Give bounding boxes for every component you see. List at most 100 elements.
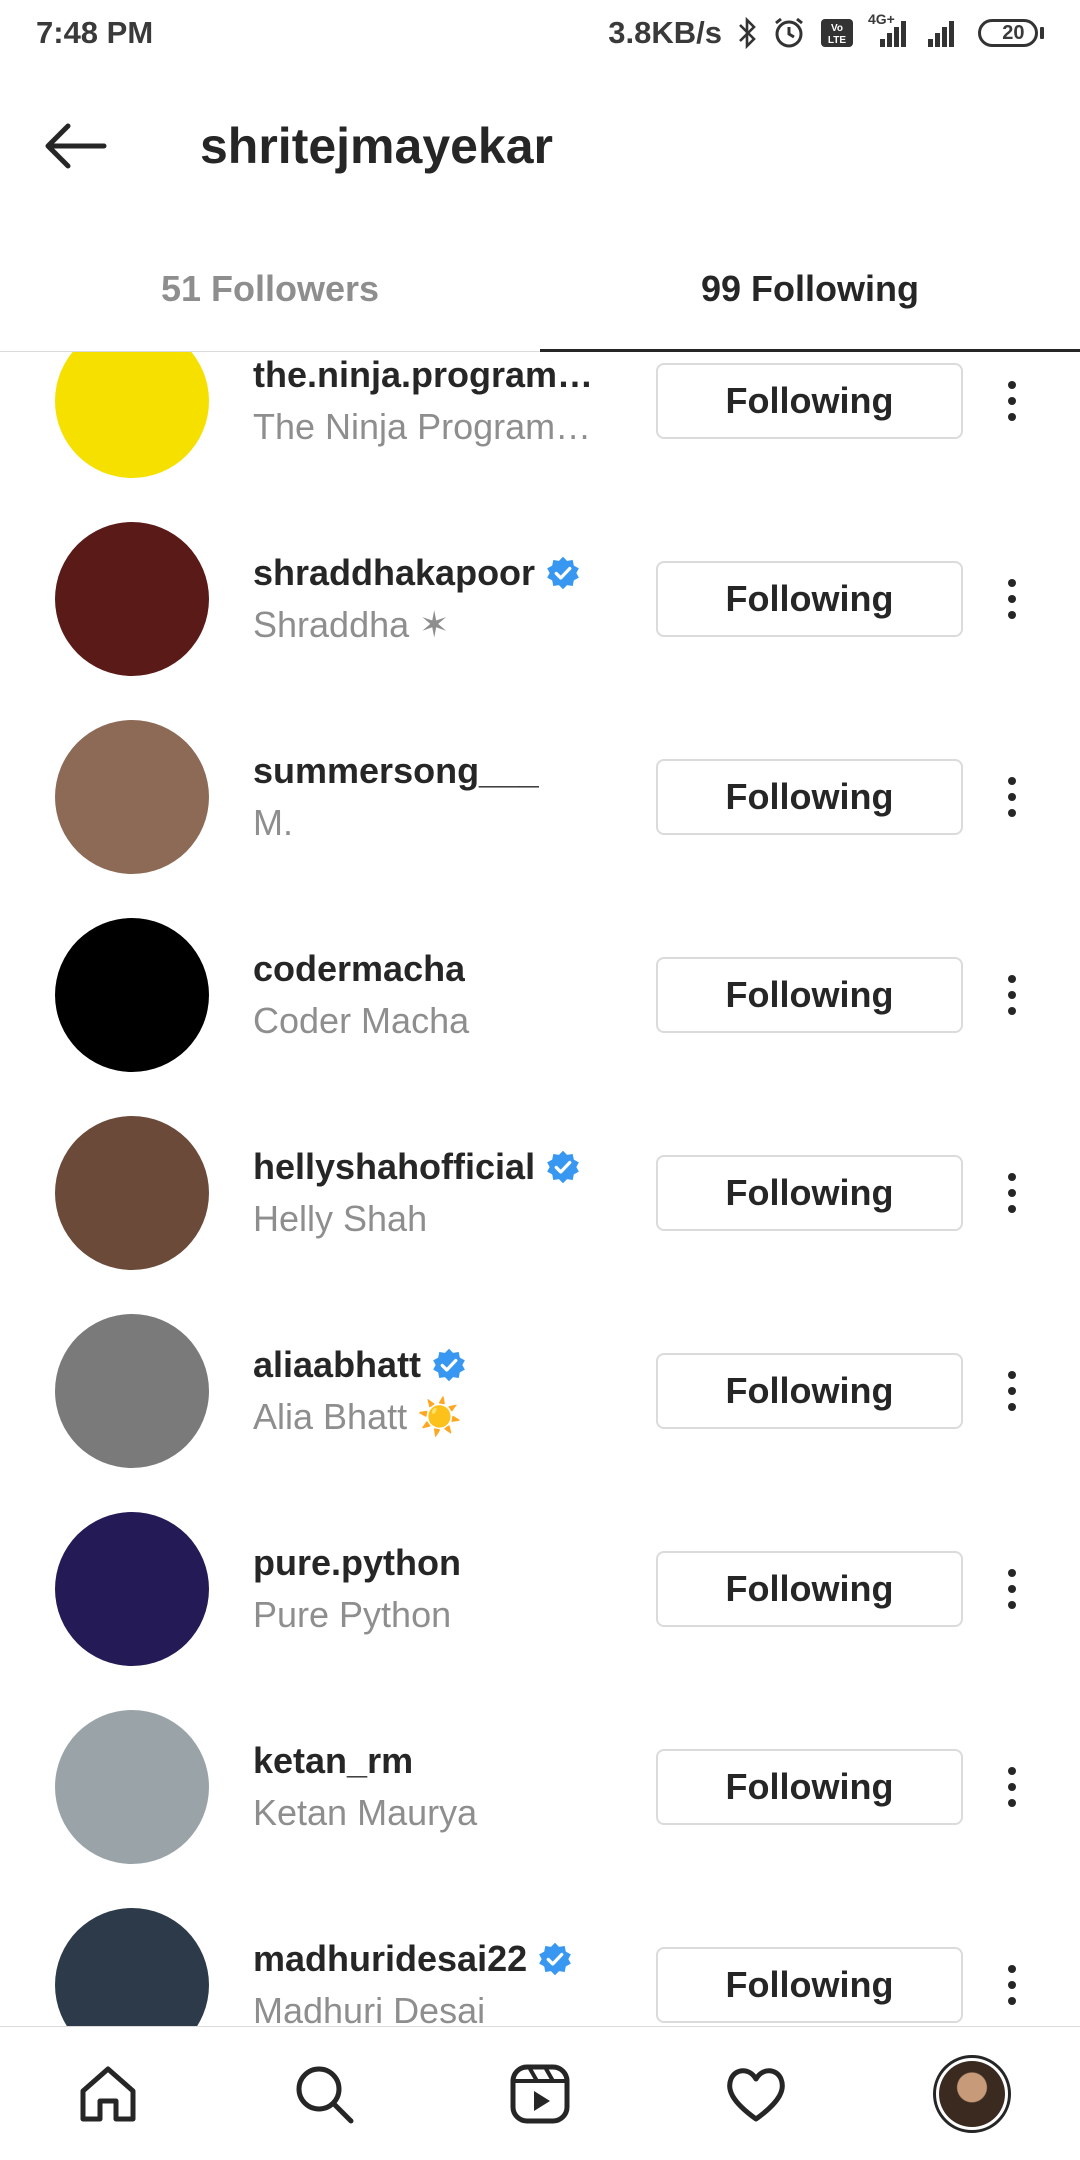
user-info[interactable]: shraddhakapoor Shraddha ✶: [253, 552, 613, 646]
username-line: ketan_rm: [253, 1740, 613, 1782]
reels-icon: [510, 2064, 570, 2123]
avatar[interactable]: [55, 1314, 209, 1468]
back-button[interactable]: [0, 86, 150, 206]
volte-icon: Vo LTE: [820, 18, 854, 48]
list-item[interactable]: summersong___ M. Following: [0, 698, 1080, 896]
full-name: Helly Shah: [253, 1198, 428, 1239]
list-item[interactable]: aliaabhatt Alia Bhatt ☀️ Following: [0, 1292, 1080, 1490]
username: hellyshahofficial: [253, 1146, 536, 1187]
heart-icon: [727, 2067, 785, 2121]
nav-home[interactable]: [48, 2039, 168, 2149]
more-options-icon[interactable]: [990, 1749, 1034, 1825]
username: madhuridesai22: [253, 1938, 528, 1979]
avatar[interactable]: [55, 720, 209, 874]
nav-search[interactable]: [264, 2039, 384, 2149]
profile-avatar: [933, 2054, 1011, 2133]
list-item[interactable]: the.ninja.programmer The Ninja Programmer…: [0, 352, 1080, 500]
signal-icon: [924, 17, 964, 49]
avatar[interactable]: [55, 352, 209, 478]
avatar[interactable]: [55, 1710, 209, 1864]
more-options-icon[interactable]: [990, 759, 1034, 835]
username: ketan_rm: [253, 1740, 414, 1781]
nav-reels[interactable]: [480, 2039, 600, 2149]
username: codermacha: [253, 948, 466, 989]
alarm-icon: [772, 16, 806, 50]
avatar[interactable]: [55, 522, 209, 676]
following-button[interactable]: Following: [656, 1353, 963, 1429]
net-speed: 3.8KB/s: [608, 15, 722, 50]
more-options-icon[interactable]: [990, 363, 1034, 439]
bluetooth-icon: [736, 17, 758, 49]
list-item[interactable]: hellyshahofficial Helly Shah Following: [0, 1094, 1080, 1292]
user-info[interactable]: hellyshahofficial Helly Shah: [253, 1146, 613, 1240]
user-info[interactable]: summersong___ M.: [253, 750, 613, 844]
user-info[interactable]: the.ninja.programmer The Ninja Programmer: [253, 354, 613, 448]
user-info[interactable]: madhuridesai22 Madhuri Desai: [253, 1938, 613, 2026]
username: pure.python: [253, 1542, 461, 1583]
signal-4g-icon: 4G+: [868, 11, 910, 49]
username-line: summersong___: [253, 750, 613, 792]
full-name: The Ninja Programmer: [253, 406, 613, 447]
following-button[interactable]: Following: [656, 1551, 963, 1627]
avatar[interactable]: [55, 1908, 209, 2026]
full-name: Alia Bhatt ☀️: [253, 1396, 462, 1437]
full-name: Pure Python: [253, 1594, 452, 1635]
more-options-icon[interactable]: [990, 957, 1034, 1033]
verified-badge-icon: [431, 1347, 467, 1383]
avatar[interactable]: [55, 1116, 209, 1270]
more-options-icon[interactable]: [990, 1551, 1034, 1627]
list-item[interactable]: pure.python Pure Python Following: [0, 1490, 1080, 1688]
list-item[interactable]: ketan_rm Ketan Maurya Following: [0, 1688, 1080, 1886]
username-line: madhuridesai22: [253, 1938, 613, 1980]
home-icon: [80, 2066, 136, 2121]
username: shraddhakapoor: [253, 552, 536, 593]
verified-badge-icon: [537, 1941, 573, 1977]
back-arrow-icon: [45, 123, 107, 169]
following-button[interactable]: Following: [656, 759, 963, 835]
following-list[interactable]: the.ninja.programmer The Ninja Programmer…: [0, 352, 1080, 2026]
status-bar: 7:48 PM 3.8KB/s Vo LTE 4G+ 20: [0, 0, 1080, 66]
list-item[interactable]: shraddhakapoor Shraddha ✶ Following: [0, 500, 1080, 698]
list-item[interactable]: codermacha Coder Macha Following: [0, 896, 1080, 1094]
tab-following[interactable]: 99 Following: [540, 226, 1080, 352]
battery-icon: 20: [978, 19, 1044, 47]
full-name: Ketan Maurya: [253, 1792, 478, 1833]
following-button[interactable]: Following: [656, 561, 963, 637]
username-line: aliaabhatt: [253, 1344, 613, 1386]
user-info[interactable]: ketan_rm Ketan Maurya: [253, 1740, 613, 1834]
username-line: hellyshahofficial: [253, 1146, 613, 1188]
full-name: M.: [253, 802, 293, 843]
svg-text:LTE: LTE: [828, 35, 846, 46]
status-icons: 3.8KB/s Vo LTE 4G+ 20: [608, 11, 1044, 51]
following-button[interactable]: Following: [656, 1749, 963, 1825]
username-line: shraddhakapoor: [253, 552, 613, 594]
full-name: Madhuri Desai: [253, 1990, 486, 2026]
avatar[interactable]: [55, 918, 209, 1072]
header: shritejmayekar: [0, 66, 1080, 226]
following-button[interactable]: Following: [656, 1155, 963, 1231]
search-icon: [296, 2066, 354, 2123]
following-button[interactable]: Following: [656, 1947, 963, 2023]
verified-badge-icon: [545, 1149, 581, 1185]
user-info[interactable]: pure.python Pure Python: [253, 1542, 613, 1636]
list-item[interactable]: madhuridesai22 Madhuri Desai Following: [0, 1886, 1080, 2026]
more-options-icon[interactable]: [990, 561, 1034, 637]
following-button[interactable]: Following: [656, 363, 963, 439]
tab-followers[interactable]: 51 Followers: [0, 226, 540, 351]
username: the.ninja.programmer: [253, 354, 613, 395]
username-line: codermacha: [253, 948, 613, 990]
more-options-icon[interactable]: [990, 1155, 1034, 1231]
more-options-icon[interactable]: [990, 1947, 1034, 2023]
avatar[interactable]: [55, 1512, 209, 1666]
following-button[interactable]: Following: [656, 957, 963, 1033]
username: aliaabhatt: [253, 1344, 422, 1385]
full-name: Shraddha ✶: [253, 604, 450, 645]
user-info[interactable]: codermacha Coder Macha: [253, 948, 613, 1042]
username-line: the.ninja.programmer: [253, 354, 613, 396]
nav-activity[interactable]: [696, 2039, 816, 2149]
nav-profile[interactable]: [912, 2039, 1032, 2149]
status-time: 7:48 PM: [36, 15, 154, 50]
username-line: pure.python: [253, 1542, 613, 1584]
more-options-icon[interactable]: [990, 1353, 1034, 1429]
user-info[interactable]: aliaabhatt Alia Bhatt ☀️: [253, 1344, 613, 1438]
